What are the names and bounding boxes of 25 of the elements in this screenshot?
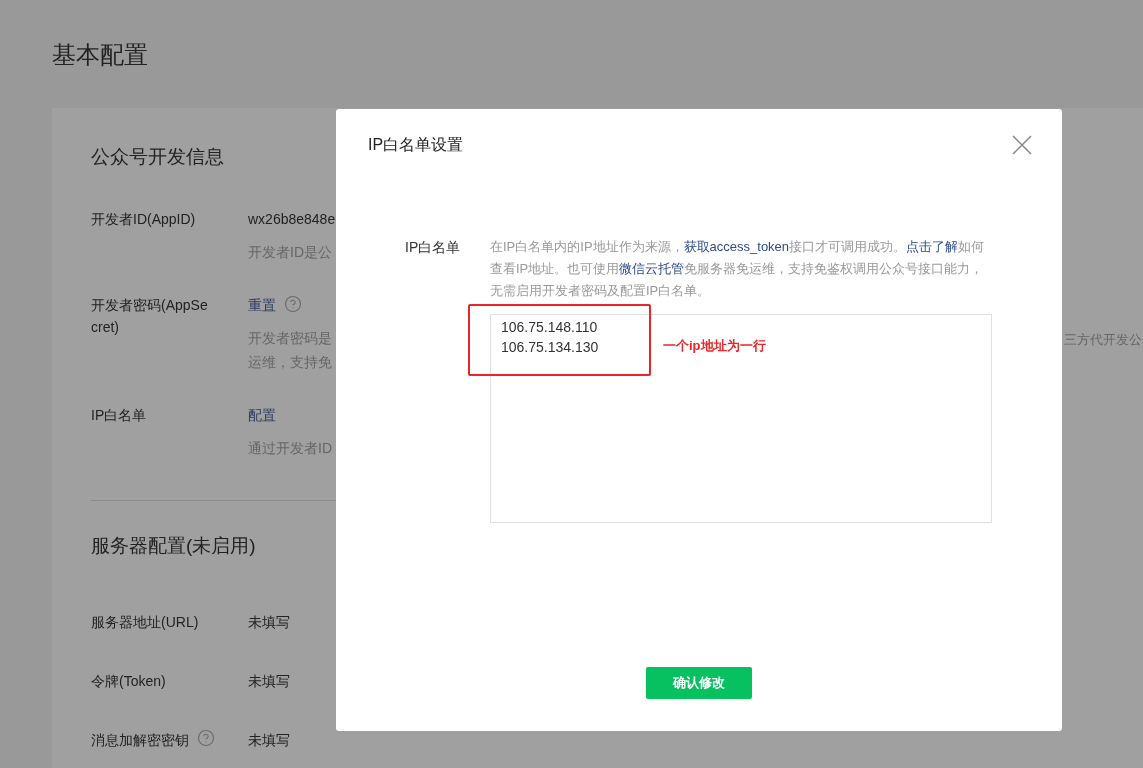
field-value: 未填写 [248, 731, 290, 750]
field-value: 未填写 [248, 672, 290, 691]
annotation-text: 一个ip地址为一行 [663, 337, 766, 355]
field-label: IP白名单 [91, 406, 148, 425]
section-title: 公众号开发信息 [91, 145, 224, 169]
description-link[interactable]: 点击了解 [906, 239, 959, 254]
help-icon[interactable] [197, 729, 215, 747]
field-label: 开发者密码(AppSecret) [91, 296, 209, 337]
dialog-description: 在IP白名单内的IP地址作为来源，获取access_token接口才可调用成功。点击了解如何查看IP地址。也可使用微信云托管免服务器免运维，支持免鉴权调用公众号接口能力，无需启用开发者密码及配置IP白名单。 [490, 238, 986, 300]
description-link[interactable]: 微信云托管 [619, 261, 685, 276]
field-link[interactable]: 重置 [248, 297, 276, 313]
field-label: 服务器地址(URL) [91, 613, 199, 632]
field-link[interactable]: 配置 [248, 407, 276, 423]
field-value: wx26b8e848e [248, 211, 336, 227]
section-title: 服务器配置(未启用) [91, 534, 256, 558]
description-link[interactable]: 获取access_token [683, 239, 790, 254]
field-label: 开发者ID(AppID) [91, 210, 197, 229]
field-label: 令牌(Token) [91, 672, 166, 691]
close-icon[interactable] [1012, 135, 1032, 155]
field-label: IP白名单 [405, 238, 462, 257]
field-value: 未填写 [248, 613, 290, 632]
field-label: 消息加解密密钥 [91, 731, 189, 750]
help-icon[interactable] [284, 295, 302, 313]
page-title: 基本配置 [52, 40, 149, 70]
dialog-title: IP白名单设置 [368, 135, 464, 155]
